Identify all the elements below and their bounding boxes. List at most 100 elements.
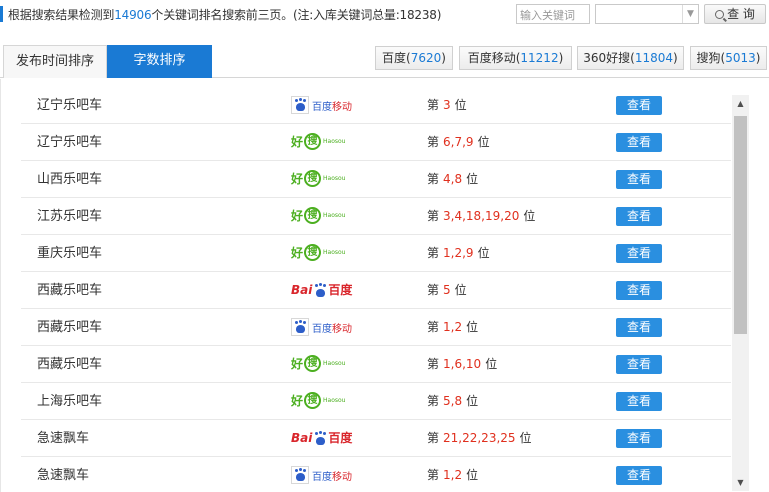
engine-count: 5013: [725, 51, 756, 65]
logo-text-mobile: 移动: [332, 471, 352, 483]
rank-cell: 第 21,22,23,25 位: [427, 420, 532, 457]
accent-bar: [0, 6, 3, 22]
baidu-mobile-logo: 百度移动: [291, 96, 355, 114]
summary-bar: 根据搜索结果检测到14906个关键词排名搜索前三页。(注:入库关键词总量:182…: [0, 0, 769, 28]
view-button[interactable]: 查看: [616, 355, 662, 374]
tab-bar: 发布时间排序 字数排序 百度(7620) 百度移动(11212) 360好搜(1…: [0, 45, 769, 78]
rank-cell: 第 4,8 位: [427, 161, 478, 198]
logo-text-hao: 好: [291, 209, 304, 223]
engine-name: 搜狗: [696, 51, 721, 65]
summary-prefix: 根据搜索结果检测到: [8, 8, 115, 22]
logo-text-bai: Bai: [291, 430, 313, 445]
engine-logo: Bai 百度: [291, 281, 355, 301]
rank-cell: 第 1,2 位: [427, 309, 478, 346]
logo-text-baidu: 百度: [312, 323, 332, 335]
keyword-cell: 西藏乐吧车: [37, 357, 103, 372]
engine-filter-baidu[interactable]: 百度(7620): [375, 46, 453, 70]
logo-text-baidu: 百度: [312, 101, 332, 113]
logo-text-sou: 搜: [304, 207, 322, 224]
keyword-search-input[interactable]: 输入关键词: [516, 4, 590, 24]
query-label: 查 询: [727, 7, 755, 21]
view-button[interactable]: 查看: [616, 133, 662, 152]
engine-logo: 百度移动: [291, 466, 355, 486]
rank-prefix: 第: [427, 98, 440, 112]
view-button[interactable]: 查看: [616, 244, 662, 263]
tab-publish-time-sort[interactable]: 发布时间排序: [3, 45, 107, 78]
rank-positions: 1,2,9: [443, 246, 474, 260]
scrollbar-thumb[interactable]: [734, 116, 747, 334]
results-table: 辽宁乐吧车 百度移动 第3位 查看 辽宁乐吧车 好 搜 Haosou 第 6,7,…: [0, 79, 769, 492]
engine-name: 360好搜: [583, 51, 631, 65]
rank-prefix: 第: [427, 468, 440, 482]
view-button[interactable]: 查看: [616, 429, 662, 448]
rank-prefix: 第: [427, 431, 440, 445]
tab-word-count-sort[interactable]: 字数排序: [107, 45, 212, 78]
logo-text-haosou: Haosou: [323, 397, 346, 404]
baidu-mobile-logo-text: 百度移动: [312, 98, 352, 113]
view-button[interactable]: 查看: [616, 281, 662, 300]
view-button[interactable]: 查看: [616, 96, 662, 115]
logo-text-hao: 好: [291, 135, 304, 149]
engine-select[interactable]: ▼: [595, 4, 699, 24]
baidu-mobile-logo: 百度移动: [291, 318, 355, 336]
logo-text-hao: 好: [291, 246, 304, 260]
keyword-cell: 山西乐吧车: [37, 172, 103, 187]
engine-filter-sogou[interactable]: 搜狗(5013): [690, 46, 767, 70]
logo-text-sou: 搜: [304, 392, 322, 409]
haosou-logo: 好 搜 Haosou: [291, 244, 355, 261]
logo-text-haosou: Haosou: [323, 175, 346, 182]
baidu-mobile-logo-text: 百度移动: [312, 320, 352, 335]
table-row: 西藏乐吧车 百度移动 第 1,2 位 查看: [21, 309, 731, 346]
keyword-cell: 急速飘车: [37, 431, 90, 446]
view-button[interactable]: 查看: [616, 170, 662, 189]
rank-suffix: 位: [477, 246, 490, 260]
table-row: 山西乐吧车 好 搜 Haosou 第 4,8 位 查看: [21, 161, 731, 198]
rank-positions: 5: [443, 283, 451, 297]
rank-suffix: 位: [466, 320, 479, 334]
view-button[interactable]: 查看: [616, 392, 662, 411]
logo-text-du: 百度: [328, 431, 353, 445]
baidu-paw-icon: [291, 318, 309, 336]
logo-text-sou: 搜: [304, 133, 322, 150]
table-row: 辽宁乐吧车 好 搜 Haosou 第 6,7,9 位 查看: [21, 124, 731, 161]
logo-text-mobile: 移动: [332, 323, 352, 335]
rank-prefix: 第: [427, 283, 440, 297]
logo-text-hao: 好: [291, 357, 304, 371]
haosou-logo: 好 搜 Haosou: [291, 392, 355, 409]
haosou-logo: 好 搜 Haosou: [291, 355, 355, 372]
engine-logo: Bai 百度: [291, 429, 355, 449]
rank-cell: 第 3,4,18,19,20 位: [427, 198, 535, 235]
engine-name: 百度: [382, 51, 407, 65]
engine-filter-360-haosou[interactable]: 360好搜(11804): [577, 46, 684, 70]
baidu-paw-icon: [291, 466, 309, 484]
rank-suffix: 位: [477, 135, 490, 149]
logo-text-hao: 好: [291, 172, 304, 186]
results-list: 辽宁乐吧车 百度移动 第3位 查看 辽宁乐吧车 好 搜 Haosou 第 6,7,…: [21, 87, 731, 492]
keyword-cell: 辽宁乐吧车: [37, 135, 103, 150]
rank-prefix: 第: [427, 209, 440, 223]
rank-cell: 第 1,6,10 位: [427, 346, 497, 383]
rank-positions: 4,8: [443, 172, 463, 186]
scroll-down-arrow-icon[interactable]: ▼: [732, 474, 749, 491]
scroll-up-arrow-icon[interactable]: ▲: [732, 95, 749, 112]
rank-suffix: 位: [519, 431, 532, 445]
view-button[interactable]: 查看: [616, 207, 662, 226]
view-button[interactable]: 查看: [616, 466, 662, 485]
rank-positions: 3: [443, 98, 451, 112]
rank-cell: 第 5,8 位: [427, 383, 478, 420]
rank-prefix: 第: [427, 320, 440, 334]
keyword-cell: 上海乐吧车: [37, 394, 103, 409]
engine-filter-baidu-mobile[interactable]: 百度移动(11212): [459, 46, 572, 70]
view-button[interactable]: 查看: [616, 318, 662, 337]
query-button[interactable]: 查 询: [704, 4, 766, 24]
baidu-logo: Bai 百度: [291, 281, 355, 298]
rank-positions: 1,2: [443, 468, 463, 482]
table-row: 江苏乐吧车 好 搜 Haosou 第 3,4,18,19,20 位 查看: [21, 198, 731, 235]
haosou-logo: 好 搜 Haosou: [291, 207, 355, 224]
baidu-paw-icon: [313, 283, 327, 297]
logo-text-bai: Bai: [291, 282, 313, 297]
logo-text-sou: 搜: [304, 355, 322, 372]
engine-logo: 好 搜 Haosou: [291, 133, 355, 153]
scrollbar[interactable]: ▲ ▼: [732, 95, 749, 491]
engine-count: 7620: [410, 51, 442, 65]
